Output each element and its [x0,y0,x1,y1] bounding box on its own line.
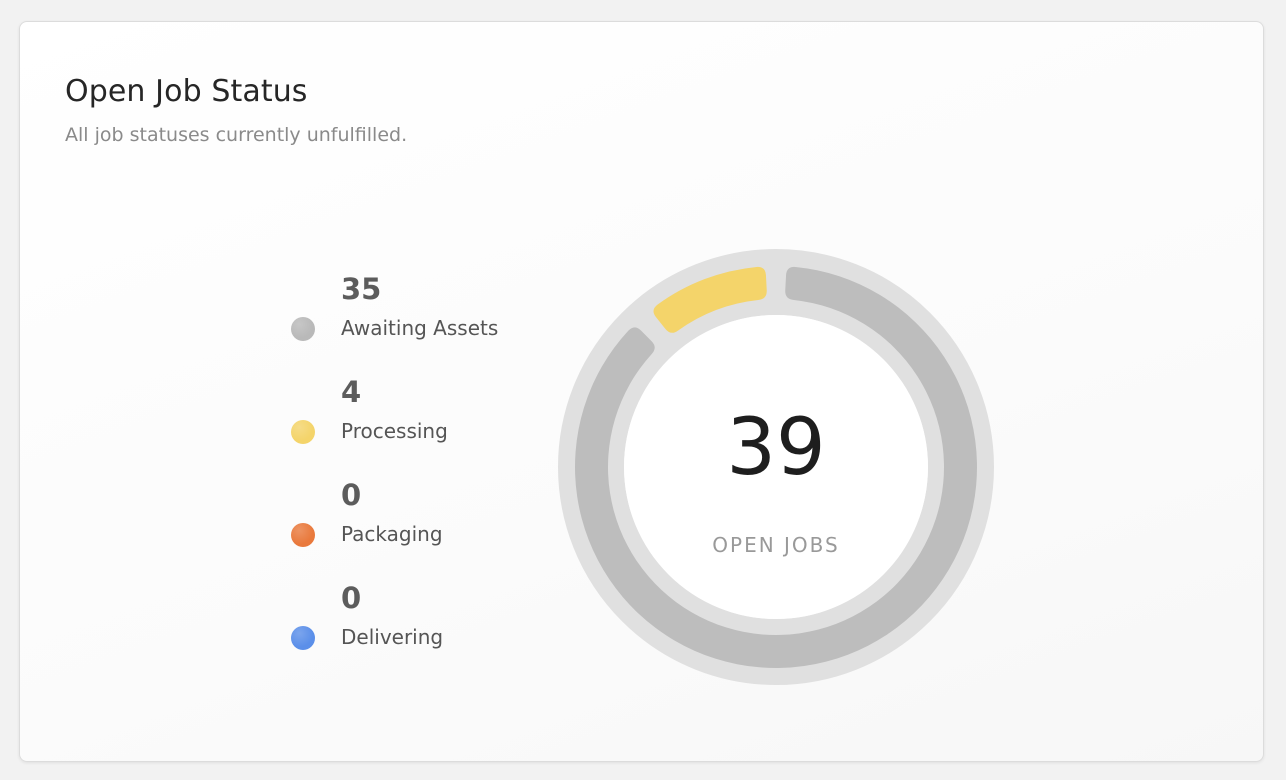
legend-label: Packaging [341,522,443,546]
open-jobs-label: OPEN JOBS [712,533,840,557]
card-title: Open Job Status [65,74,308,109]
legend-label: Delivering [341,625,444,649]
legend-item-awaiting-assets: 35 Awaiting Assets [291,272,531,375]
legend-label: Processing [341,419,448,443]
legend-label: Awaiting Assets [341,316,499,340]
legend-dot [291,317,315,341]
legend-item-packaging: 0 Packaging [291,478,531,581]
card-subtitle: All job statuses currently unfulfilled. [65,124,408,146]
legend-item-delivering: 0 Delivering [291,581,531,684]
legend-dot [291,523,315,547]
legend-value: 0 [341,478,362,512]
total-open-jobs: 39 [726,403,826,493]
legend-dot [291,626,315,650]
donut-chart: 39 OPEN JOBS [558,249,994,685]
legend-value: 0 [341,581,362,615]
legend-value: 35 [341,272,382,306]
legend-dot [291,420,315,444]
legend-item-processing: 4 Processing [291,375,531,478]
legend-value: 4 [341,375,362,409]
chart-legend: 35 Awaiting Assets 4 Processing 0 Packag… [291,272,531,684]
job-status-card: Open Job Status All job statuses current… [19,21,1264,762]
